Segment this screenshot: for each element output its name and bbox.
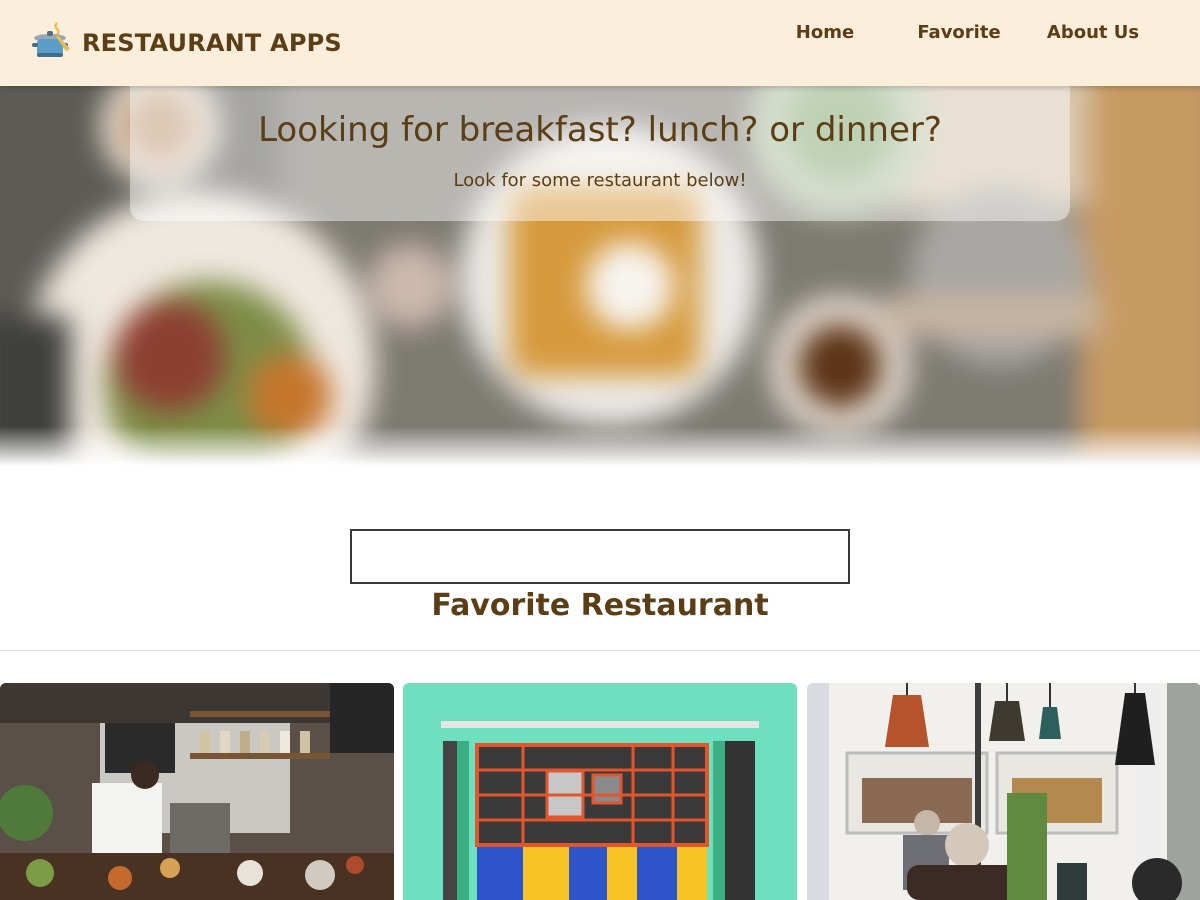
restaurant-card[interactable] [807, 683, 1200, 900]
hero-subtitle: Look for some restaurant below! [453, 170, 747, 191]
hero-fade [0, 426, 1200, 466]
search-input[interactable] [350, 529, 850, 584]
colorful-storefront-photo [403, 683, 797, 900]
section-divider [0, 650, 1200, 651]
restaurant-card[interactable] [403, 683, 797, 900]
nav-home-link[interactable]: Home [758, 22, 892, 48]
hero-title: Looking for breakfast? lunch? or dinner? [258, 110, 942, 150]
nav-favorite-link[interactable]: Favorite [892, 22, 1026, 48]
section-title: Favorite Restaurant [431, 588, 769, 623]
restaurant-card-list [0, 683, 1200, 900]
brand[interactable]: RESTAURANT APPS [30, 22, 342, 64]
hero-banner: Looking for breakfast? lunch? or dinner?… [0, 86, 1200, 466]
cooking-pot-icon [32, 22, 70, 57]
nav-about-us-link[interactable]: About Us [1026, 22, 1160, 48]
cafe-kitchen-photo [0, 683, 394, 900]
hero-card: Looking for breakfast? lunch? or dinner?… [130, 86, 1070, 221]
app-title: RESTAURANT APPS [82, 29, 342, 57]
cafe-window-lamps-photo [807, 683, 1200, 900]
restaurant-card[interactable] [0, 683, 394, 900]
main-nav: Home Favorite About Us [758, 22, 1160, 48]
app-header: RESTAURANT APPS Home Favorite About Us [0, 0, 1200, 86]
